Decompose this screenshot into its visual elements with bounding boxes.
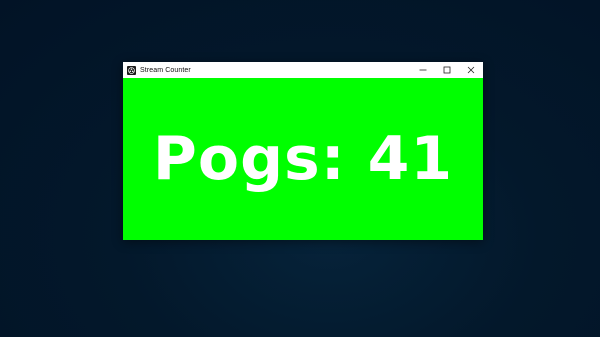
obs-app-icon xyxy=(127,65,136,75)
window-titlebar[interactable]: Stream Counter xyxy=(123,62,483,78)
counter-display-area: Pogs: 41 xyxy=(123,78,483,240)
stream-counter-window: Stream Counter Pogs: 41 xyxy=(123,62,483,240)
window-title: Stream Counter xyxy=(140,66,191,74)
maximize-icon xyxy=(443,66,451,74)
window-controls xyxy=(411,62,483,78)
close-icon xyxy=(467,66,475,74)
minimize-button[interactable] xyxy=(411,62,435,78)
maximize-button[interactable] xyxy=(435,62,459,78)
minimize-icon xyxy=(419,69,427,71)
close-button[interactable] xyxy=(459,62,483,78)
pog-counter-text: Pogs: 41 xyxy=(152,124,454,194)
